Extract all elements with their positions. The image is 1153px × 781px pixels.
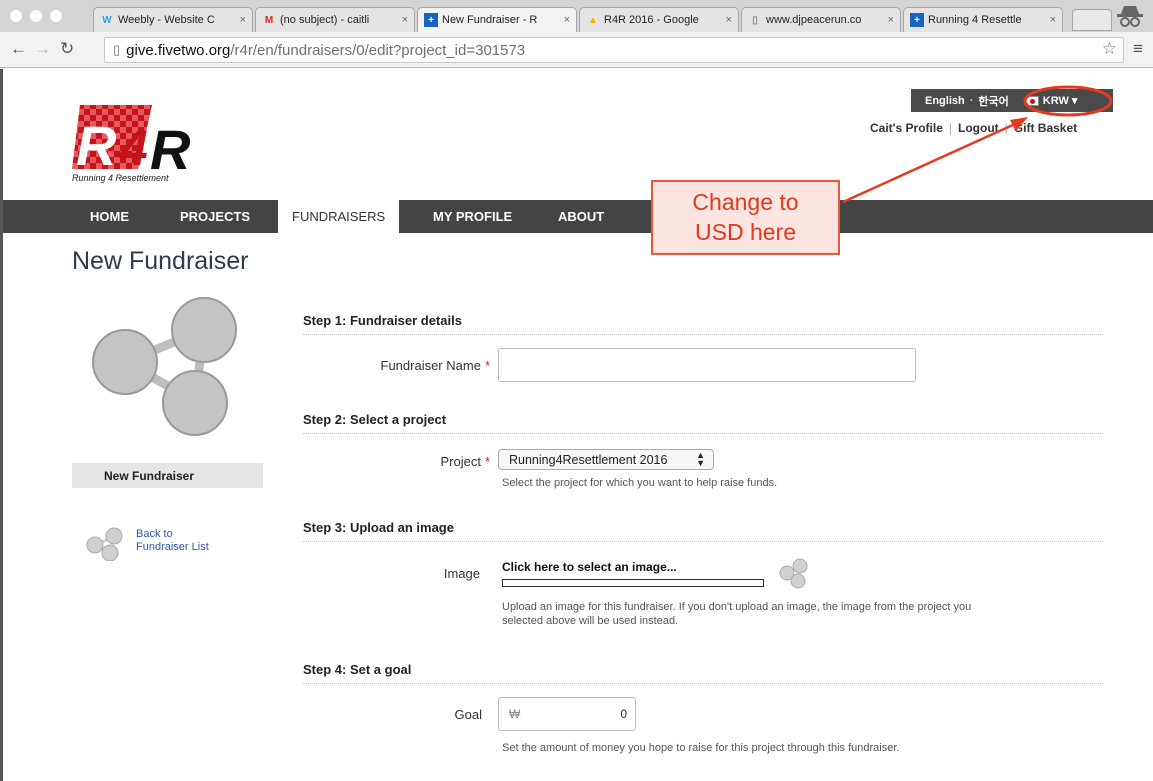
user-links: Cait's Profile | Logout | Gift Basket [870,121,1077,135]
image-placeholder-icon [779,558,808,589]
fivetwo-icon: + [910,13,924,27]
back-to-list-link[interactable]: Back to Fundraiser List [85,527,209,566]
image-label: Image [443,566,480,581]
gift-basket-link[interactable]: Gift Basket [1014,121,1077,135]
back-link-line[interactable]: Back to [136,528,209,541]
tab-close-icon[interactable]: × [726,14,732,26]
step3-heading: Step 3: Upload an image [303,520,1103,542]
project-select-value: Running4Resettlement 2016 [509,452,668,467]
page-icon: ▯ [752,14,758,26]
lang-english-link[interactable]: English [925,95,965,107]
page-icon: ▯ [113,42,121,57]
menu-icon[interactable]: ≡ [1133,39,1143,59]
project-select[interactable]: Running4Resettlement 2016 ▲ ▼ [498,449,714,470]
tab-close-icon[interactable]: × [1050,14,1056,26]
nav-fundraisers[interactable]: FUNDRAISERS [278,200,400,233]
profile-link[interactable]: Cait's Profile [870,121,943,135]
tab-close-icon[interactable]: × [564,14,570,26]
fivetwo-icon: + [424,13,438,27]
image-help-text: Upload an image for this fundraiser. If … [502,600,971,628]
fundraiser-placeholder-icon [92,297,237,436]
upload-progress-bar [502,579,764,587]
goal-label: Goal [454,707,482,722]
divider: | [1004,121,1008,135]
url-path: /r4r/en/fundraisers/0/edit?project_id=30… [230,41,526,59]
tab-close-icon[interactable]: × [240,14,246,26]
lang-separator: · [969,94,974,107]
label-text: Project [440,454,481,469]
browser-toolbar: ← → ↻ ▯ give.fivetwo.org/r4r/en/fundrais… [0,32,1153,68]
svg-text:4: 4 [119,120,148,173]
help-line: Upload an image for this fundraiser. If … [502,601,972,613]
forward-arrow-icon[interactable]: → [34,39,51,59]
select-image-link[interactable]: Click here to select an image... [502,560,677,574]
svg-text:R: R [76,114,117,173]
bookmark-star-icon[interactable]: ☆ [1102,39,1117,59]
minimize-window-icon[interactable] [30,10,42,22]
annotation-callout: Change to USD here [651,180,840,255]
fundraiser-name-input[interactable] [498,348,916,382]
help-line: selected above will be used instead. [502,615,679,627]
reload-icon[interactable]: ↻ [60,39,74,59]
step4-heading: Step 4: Set a goal [303,662,1103,684]
project-label: Project * [340,454,490,469]
select-arrows-icon: ▲ ▼ [696,450,705,468]
nav-projects[interactable]: PROJECTS [180,200,250,233]
main-nav: HOME PROJECTS FUNDRAISERS MY PROFILE ABO… [3,200,1153,233]
r4r-logo-graphic: R 4 R [72,105,191,181]
browser-tab-strip: W Weebly - Website C × M (no subject) - … [0,0,1153,32]
label-text: Fundraiser Name [380,358,481,373]
step2-heading: Step 2: Select a project [303,412,1103,434]
browser-tab-active[interactable]: + New Fundraiser - R × [417,7,577,32]
nav-about[interactable]: ABOUT [558,200,604,233]
incognito-icon [1117,6,1143,27]
back-link-line[interactable]: Fundraiser List [136,541,209,554]
fundraiser-name-label: Fundraiser Name * [340,358,491,373]
back-link-text[interactable]: Back to Fundraiser List [136,528,209,554]
svg-text:R: R [150,118,191,173]
tab-close-icon[interactable]: × [402,14,408,26]
browser-tab[interactable]: ▯ www.djpeacerun.co × [741,7,901,32]
address-bar[interactable]: ▯ give.fivetwo.org/r4r/en/fundraisers/0/… [104,37,1124,63]
required-mark: * [484,358,490,373]
r4r-logo[interactable]: R 4 R Running 4 Resettlement [72,103,212,185]
back-link-icon [86,527,123,562]
logo-subtitle: Running 4 Resettlement [72,173,169,183]
weebly-icon: W [102,14,112,26]
goal-input[interactable]: ₩ 0 [498,697,636,731]
browser-tab[interactable]: M (no subject) - caitli × [255,7,415,32]
browser-tab[interactable]: W Weebly - Website C × [93,7,253,32]
sidebar-label: New Fundraiser [72,463,263,488]
step1-heading: Step 1: Fundraiser details [303,313,1103,335]
maximize-window-icon[interactable] [50,10,62,22]
nav-home[interactable]: HOME [90,200,129,233]
annotation-text: USD here [695,219,796,245]
gmail-icon: M [264,14,274,26]
new-tab-button[interactable] [1072,9,1112,31]
nav-my-profile[interactable]: MY PROFILE [433,200,512,233]
required-mark: * [484,454,490,469]
url-host: give.fivetwo.org [126,41,231,59]
currency-symbol: ₩ [509,707,521,721]
page-title: New Fundraiser [72,247,249,275]
browser-tab[interactable]: + Running 4 Resettle × [903,7,1063,32]
language-currency-bar: English · 한국어 KRW ▾ [911,89,1113,112]
korea-flag-icon [1024,95,1039,106]
back-arrow-icon[interactable]: ← [10,39,27,59]
google-drive-icon: ▲ [588,14,598,26]
currency-dropdown[interactable]: KRW ▾ [1043,94,1078,107]
annotation-text: Change to [692,189,799,215]
close-window-icon[interactable] [10,10,22,22]
divider: | [948,121,952,135]
logout-link[interactable]: Logout [958,121,999,135]
project-help-text: Select the project for which you want to… [502,477,778,489]
browser-tab[interactable]: ▲ R4R 2016 - Google × [579,7,739,32]
tab-close-icon[interactable]: × [888,14,894,26]
lang-korean-link[interactable]: 한국어 [978,93,1008,109]
goal-value: 0 [620,707,627,721]
goal-help-text: Set the amount of money you hope to rais… [502,742,900,754]
